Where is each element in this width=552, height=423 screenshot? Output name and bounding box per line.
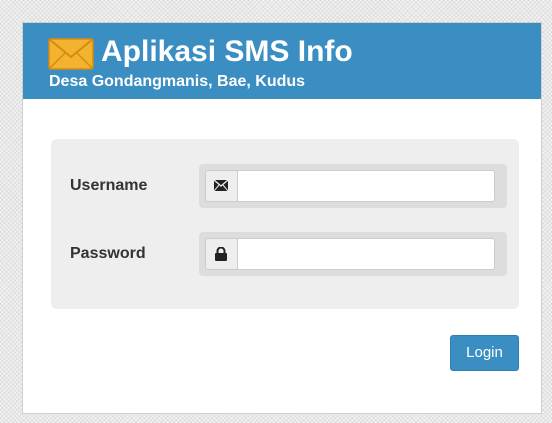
- login-button[interactable]: Login: [450, 335, 519, 371]
- login-panel: Aplikasi SMS Info Desa Gondangmanis, Bae…: [22, 22, 542, 414]
- password-label: Password: [70, 245, 146, 262]
- app-title: Aplikasi SMS Info: [101, 35, 353, 68]
- app-header: Aplikasi SMS Info Desa Gondangmanis, Bae…: [23, 23, 541, 99]
- password-field-group: [199, 232, 507, 276]
- username-addon: [205, 170, 237, 202]
- password-input[interactable]: [237, 238, 495, 270]
- username-input[interactable]: [237, 170, 495, 202]
- username-field-group: [199, 164, 507, 208]
- lock-icon: [215, 247, 227, 261]
- envelope-icon: [48, 38, 94, 70]
- envelope-icon: [214, 180, 228, 191]
- login-form: Username Password: [51, 139, 519, 309]
- password-addon: [205, 238, 237, 270]
- username-label: Username: [70, 177, 148, 194]
- app-subtitle: Desa Gondangmanis, Bae, Kudus: [49, 73, 306, 90]
